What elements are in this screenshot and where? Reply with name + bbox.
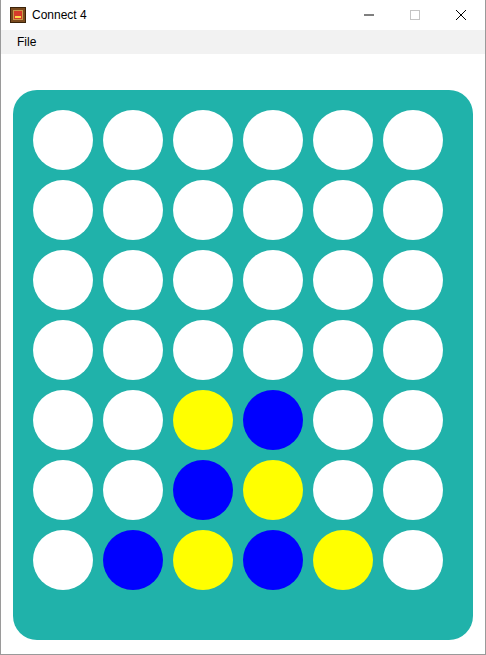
app-icon [10,7,26,23]
app-window: Connect 4 File [0,0,486,655]
board-cell[interactable] [103,390,163,450]
title-bar: Connect 4 [1,0,485,30]
menu-bar: File [1,30,485,54]
board-cell[interactable] [103,530,163,590]
board-cell[interactable] [33,180,93,240]
board-row [33,390,473,450]
board-cell[interactable] [103,180,163,240]
board-cell[interactable] [313,530,373,590]
maximize-button [392,0,438,30]
board-cell[interactable] [243,320,303,380]
maximize-icon [410,10,420,20]
board-cell[interactable] [33,390,93,450]
close-button[interactable] [438,0,484,30]
board-cell[interactable] [103,320,163,380]
board-cell[interactable] [313,250,373,310]
board-cell[interactable] [33,320,93,380]
window-controls [346,0,485,30]
board-row [33,460,473,520]
board-cell[interactable] [313,320,373,380]
board-cell[interactable] [173,320,233,380]
board-cell[interactable] [173,110,233,170]
window-title: Connect 4 [32,6,87,24]
board-row [33,180,473,240]
board-cell[interactable] [383,390,443,450]
board-row [33,110,473,170]
game-board[interactable] [13,90,473,640]
board-cell[interactable] [173,180,233,240]
board-cell[interactable] [33,530,93,590]
board-cell[interactable] [33,250,93,310]
minimize-button[interactable] [346,0,392,30]
board-cell[interactable] [313,390,373,450]
minimize-icon [364,10,374,20]
board-cell[interactable] [173,250,233,310]
board-cell[interactable] [33,460,93,520]
menu-item[interactable]: File [9,30,44,54]
board-cell[interactable] [243,250,303,310]
board-cell[interactable] [383,180,443,240]
board-cell[interactable] [103,460,163,520]
close-icon [456,10,466,20]
board-cell[interactable] [383,460,443,520]
board-cell[interactable] [243,110,303,170]
board-cell[interactable] [243,390,303,450]
board-row [33,320,473,380]
board-cell[interactable] [173,390,233,450]
board-cell[interactable] [383,530,443,590]
board-cell[interactable] [243,530,303,590]
board-cell[interactable] [313,460,373,520]
board-cell[interactable] [243,460,303,520]
board-row [33,530,473,590]
board-cell[interactable] [173,460,233,520]
board-row [33,250,473,310]
board-cell[interactable] [383,250,443,310]
board-cell[interactable] [383,320,443,380]
board-cell[interactable] [243,180,303,240]
content [1,54,485,640]
board-cell[interactable] [33,110,93,170]
board-cell[interactable] [103,110,163,170]
board-cell[interactable] [103,250,163,310]
board-cell[interactable] [313,110,373,170]
board-cell[interactable] [313,180,373,240]
board-cell[interactable] [383,110,443,170]
board-cell[interactable] [173,530,233,590]
